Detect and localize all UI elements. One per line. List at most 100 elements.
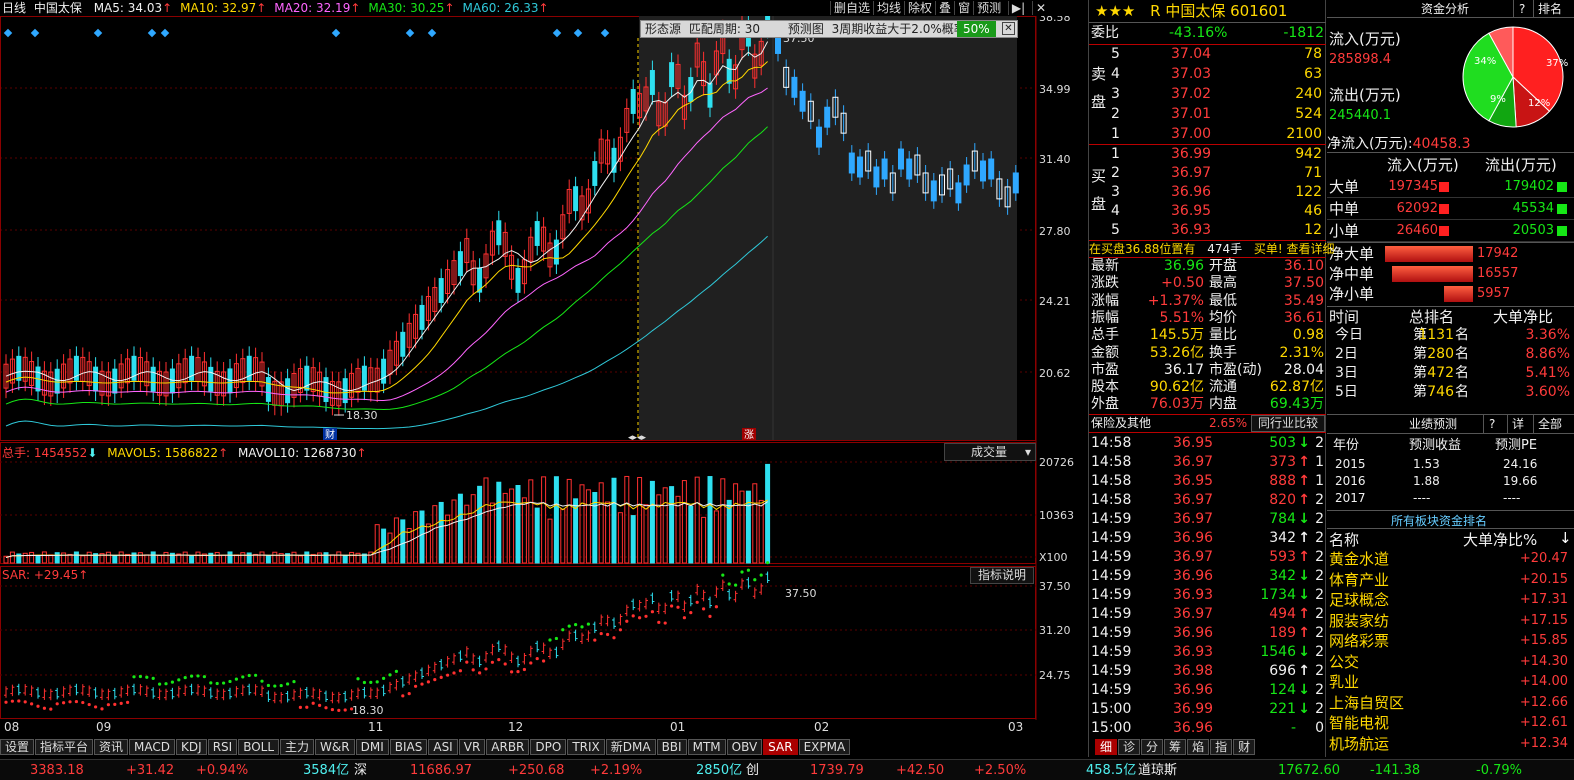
- price-axis-label: 27.80: [1039, 225, 1071, 238]
- quote-tab[interactable]: 财: [1233, 739, 1256, 755]
- tick-volume: 503: [1269, 435, 1296, 451]
- net-order-bars: 净大单 17942 净中单 16557 净小单 5957: [1327, 244, 1574, 306]
- tick-row: 14:59 36.97 593 ↑ 2: [1089, 548, 1326, 567]
- indicator-tab[interactable]: DMI: [355, 739, 389, 755]
- sector-row[interactable]: 公交 +14.30: [1327, 652, 1574, 672]
- quote-tab[interactable]: 诊: [1118, 739, 1141, 755]
- sector-row[interactable]: 智能电视 +12.61: [1327, 713, 1574, 733]
- indicator-tab[interactable]: 资讯: [94, 739, 129, 755]
- indicator-tab[interactable]: BOLL: [238, 739, 280, 755]
- bid-row[interactable]: 3 36.96 122: [1089, 183, 1326, 202]
- overlay-close-icon[interactable]: ✕: [1002, 22, 1015, 35]
- ask-row[interactable]: 3 37.02 240: [1089, 84, 1326, 104]
- tick-row: 14:58 36.97 820 ↑ 2: [1089, 491, 1326, 510]
- indicator-tab[interactable]: W&R: [315, 739, 355, 755]
- sar-axis-label: 31.20: [1039, 624, 1071, 637]
- indicator-tab[interactable]: VR: [458, 739, 486, 755]
- sector-row[interactable]: 上海自贸区 +12.66: [1327, 693, 1574, 713]
- indicator-tab[interactable]: BBI: [656, 739, 687, 755]
- finance-marker[interactable]: 财: [325, 428, 335, 441]
- toggle-panel-button[interactable]: ▶|: [1007, 1, 1028, 15]
- fund-help-button[interactable]: ?: [1513, 0, 1530, 18]
- fund-rank-button[interactable]: 排名: [1533, 0, 1566, 18]
- forecast-row: 2016 1.88 19.66: [1327, 473, 1574, 490]
- indicator-tab[interactable]: MTM: [687, 739, 726, 755]
- month-label: 11: [368, 720, 384, 734]
- ask-row[interactable]: 4 37.03 63: [1089, 64, 1326, 84]
- bid-row[interactable]: 5 36.93 12: [1089, 221, 1326, 240]
- indicator-tab[interactable]: SAR: [763, 739, 798, 755]
- indicator-tab[interactable]: TRIX: [567, 739, 605, 755]
- tick-price: 36.96: [1173, 720, 1214, 736]
- close-icon[interactable]: ✕: [1032, 1, 1049, 15]
- sector-row[interactable]: 黄金水道 +20.47: [1327, 549, 1574, 569]
- indicator-tab[interactable]: 设置: [0, 739, 35, 755]
- sector-row[interactable]: 网络彩票 +15.85: [1327, 631, 1574, 651]
- tick-row: 14:59 36.96 342 ↓ 2: [1089, 567, 1326, 586]
- sector-row[interactable]: 乳业 +14.00: [1327, 672, 1574, 692]
- ask-row[interactable]: 5 37.04 78: [1089, 44, 1326, 64]
- indicator-tab[interactable]: 指标平台: [35, 739, 94, 755]
- indicator-tab[interactable]: 新DMA: [605, 739, 656, 755]
- sector-name: 保险及其他: [1091, 416, 1152, 430]
- indicator-tab[interactable]: DPO: [530, 739, 567, 755]
- indicator-tab[interactable]: EXPMA: [798, 739, 851, 755]
- forecast-detail-button[interactable]: 详: [1507, 415, 1528, 433]
- quote-tab[interactable]: 细: [1095, 739, 1118, 755]
- fund-row: 小单 26460 20503: [1327, 220, 1574, 242]
- quote-tab[interactable]: 分: [1141, 739, 1164, 755]
- sar-value: SAR: +29.45: [2, 568, 79, 582]
- sector-compare-button[interactable]: 同行业比较: [1251, 415, 1326, 432]
- toolbar-button[interactable]: 均线: [873, 1, 904, 15]
- toolbar-button[interactable]: 窗: [954, 1, 973, 15]
- sector-header-pct[interactable]: 大单净比%: [1463, 529, 1537, 550]
- notice-link[interactable]: 买单! 查看详细: [1254, 242, 1335, 256]
- indicator-tab[interactable]: KDJ: [176, 739, 207, 755]
- ask-row[interactable]: 2 37.01 524: [1089, 104, 1326, 124]
- indicator-tab[interactable]: BIAS: [389, 739, 428, 755]
- sector-row[interactable]: 体育产业 +20.15: [1327, 570, 1574, 590]
- bid-price: 36.97: [1171, 165, 1212, 181]
- toolbar-button[interactable]: 除权: [904, 1, 935, 15]
- sh-index: 3383.18: [30, 763, 84, 778]
- bid-row[interactable]: 4 36.95 46: [1089, 202, 1326, 221]
- tick-time: 14:59: [1091, 511, 1132, 527]
- indicator-tab[interactable]: ASI: [428, 739, 458, 755]
- toolbar-button[interactable]: 预测: [973, 1, 1004, 15]
- sector-row[interactable]: 机场航运 +12.34: [1327, 734, 1574, 754]
- sector-row[interactable]: 足球概念 +17.31: [1327, 590, 1574, 610]
- indicator-tab[interactable]: MACD: [129, 739, 176, 755]
- forecast-eps: 1.53: [1413, 457, 1440, 471]
- rank-table: 今日第 1131 名 3.36% 2日第 280 名 8.86% 3日第 472 名 5.41% 5日第…: [1327, 326, 1574, 402]
- sz-index: 11686.97: [410, 763, 473, 778]
- bid-row[interactable]: 1 36.99 942: [1089, 145, 1326, 164]
- limit-up-marker[interactable]: 涨: [744, 429, 754, 441]
- indicator-tab[interactable]: 主力: [280, 739, 315, 755]
- indicator-tab[interactable]: RSI: [207, 739, 238, 755]
- range-handle-icon[interactable]: ◂▸◂▸: [628, 433, 647, 443]
- indicator-tab[interactable]: ARBR: [486, 739, 530, 755]
- forecast-all-button[interactable]: 全部: [1533, 415, 1566, 433]
- quote-tab[interactable]: 指: [1210, 739, 1233, 755]
- ask-row[interactable]: 1 37.00 2100: [1089, 124, 1326, 144]
- down-arrow-icon: ↓: [1298, 435, 1310, 451]
- indicator-tab[interactable]: OBV: [726, 739, 763, 755]
- order-notice[interactable]: 在买盘36.88位置有 474手 买单! 查看详细: [1089, 241, 1335, 257]
- sector-row: 保险及其他 2.65% 同行业比较: [1089, 415, 1326, 432]
- bid-row[interactable]: 2 36.97 71: [1089, 164, 1326, 183]
- tick-volume: 1734: [1260, 587, 1296, 603]
- toolbar-button[interactable]: 删自选: [830, 1, 873, 15]
- rank-header-cell: 时间: [1329, 308, 1360, 326]
- price-axis-label: 38.58: [1039, 16, 1071, 24]
- stat-value: 62.87亿: [1269, 379, 1324, 396]
- price-axis-label: 31.40: [1039, 153, 1071, 166]
- quote-tab[interactable]: 焰: [1187, 739, 1210, 755]
- quote-tab[interactable]: 筹: [1164, 739, 1187, 755]
- forecast-help-button[interactable]: ?: [1483, 415, 1500, 433]
- indicator-help-button[interactable]: 指标说明: [970, 567, 1034, 584]
- chart-panel: 日线 中国太保 MA5: 34.03↑ MA10: 32.97↑ MA20: 32.…: [0, 0, 1087, 757]
- sort-down-icon[interactable]: ↓: [1559, 529, 1572, 547]
- toolbar-button[interactable]: 叠: [935, 1, 954, 15]
- volume-indicator-select[interactable]: 成交量 ▾: [944, 443, 1036, 461]
- sector-row[interactable]: 服装家纺 +17.15: [1327, 611, 1574, 631]
